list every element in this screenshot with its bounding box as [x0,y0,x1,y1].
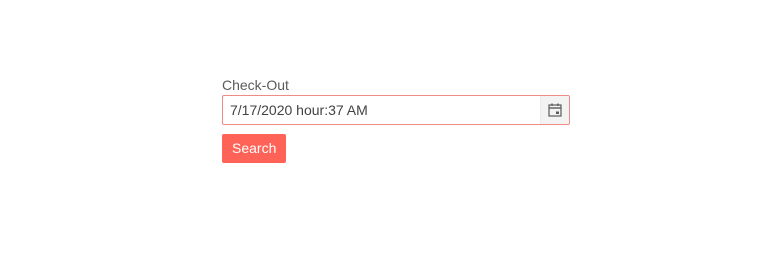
checkout-form: Check-Out Search [222,76,570,163]
checkout-datetime-input[interactable] [223,96,540,124]
calendar-icon [548,103,562,117]
search-button[interactable]: Search [222,134,287,163]
calendar-toggle-button[interactable] [540,96,569,124]
checkout-datetime-picker[interactable] [222,95,570,125]
checkout-label: Check-Out [222,77,289,93]
